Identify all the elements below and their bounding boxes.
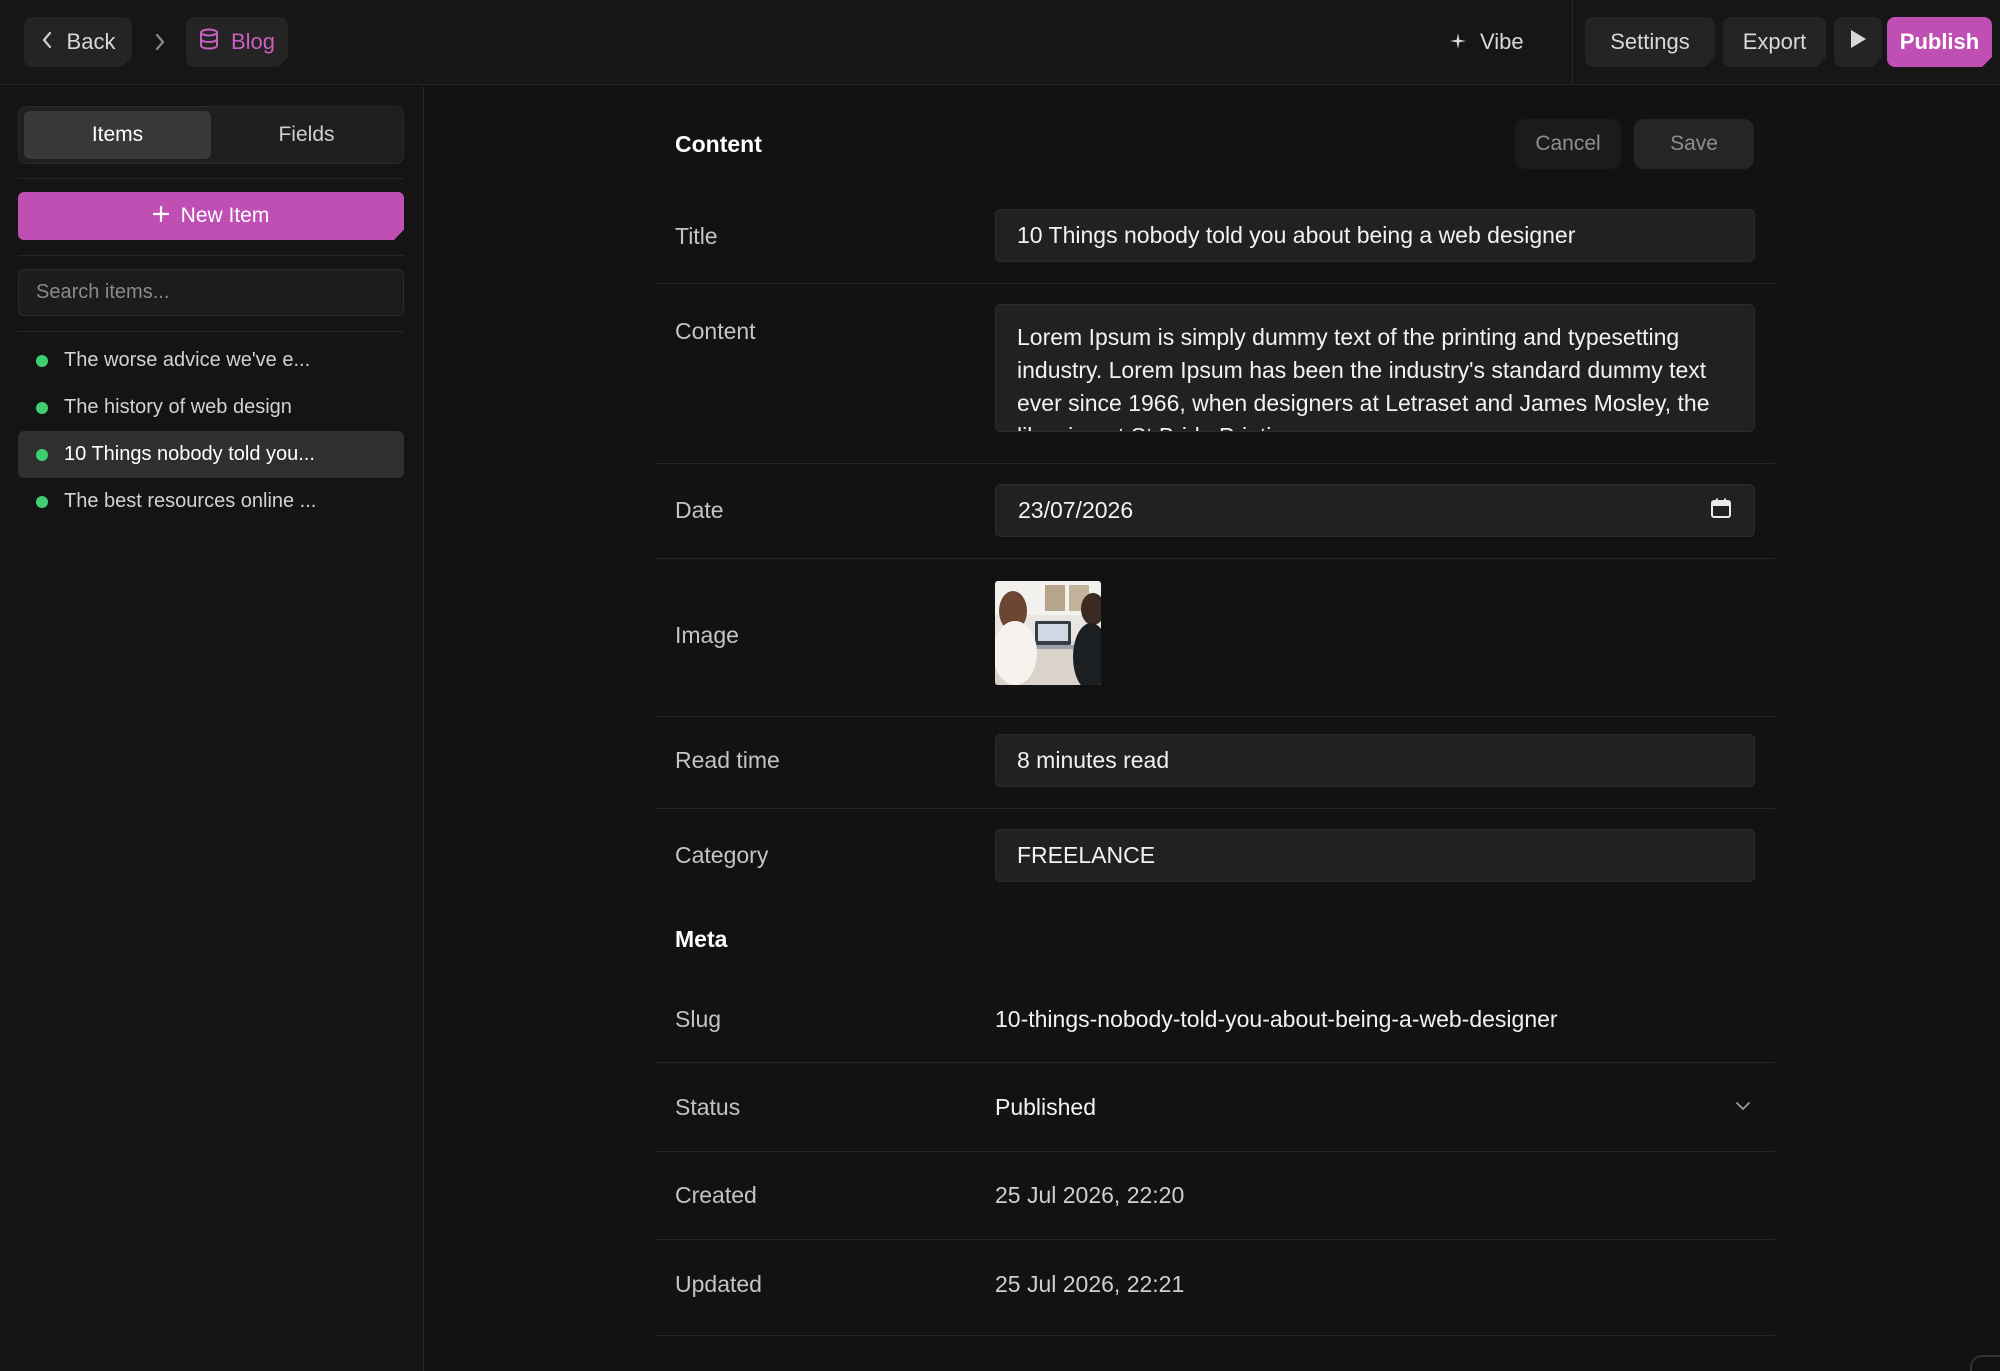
view-switcher: Items Fields — [18, 106, 404, 164]
new-item-label: New Item — [180, 204, 270, 227]
status-dot — [36, 354, 48, 367]
sidebar: Items Fields New Item The worse advice w… — [0, 86, 424, 1371]
collection-label: Blog — [230, 29, 276, 54]
divider — [655, 1151, 1775, 1152]
created-label: Created — [675, 1182, 757, 1208]
divider — [655, 1335, 1775, 1336]
read-time-label: Read time — [675, 747, 780, 773]
calendar-icon[interactable] — [1710, 497, 1732, 525]
top-bar: Back Blog Vibe Settings Export Publish — [0, 0, 2000, 85]
divider — [655, 558, 1775, 559]
cancel-button[interactable]: Cancel — [1515, 119, 1621, 169]
content-text: Lorem Ipsum is simply dummy text of the … — [1017, 324, 1710, 431]
collection-breadcrumb[interactable]: Blog — [186, 17, 288, 67]
toolbar-divider — [1572, 0, 1573, 85]
divider — [655, 1239, 1775, 1240]
item-editor: Content Cancel Save Title 10 Things nobo… — [425, 86, 2000, 1371]
publish-button[interactable]: Publish — [1887, 17, 1992, 67]
plus-icon — [153, 204, 169, 228]
item-title: The best resources online ... — [64, 490, 317, 512]
list-item[interactable]: The worse advice we've e... — [18, 337, 404, 384]
content-label: Content — [675, 318, 756, 344]
content-textarea[interactable]: Lorem Ipsum is simply dummy text of the … — [995, 304, 1755, 432]
divider — [655, 1062, 1775, 1063]
read-time-field[interactable]: 8 minutes read — [995, 734, 1755, 787]
item-title: The worse advice we've e... — [64, 349, 311, 371]
list-item[interactable]: The best resources online ... — [18, 478, 404, 525]
image-thumbnail[interactable] — [995, 581, 1101, 685]
category-field[interactable]: FREELANCE — [995, 829, 1755, 882]
list-item[interactable]: The history of web design — [18, 384, 404, 431]
chevron-left-icon — [41, 29, 53, 55]
preview-button[interactable] — [1834, 17, 1882, 67]
resize-corner — [1970, 1355, 2000, 1371]
item-list: The worse advice we've e... The history … — [18, 337, 404, 525]
meta-section-title: Meta — [675, 926, 728, 952]
date-label: Date — [675, 497, 724, 523]
status-dot — [36, 401, 48, 414]
date-field[interactable]: 23/07/2026 — [995, 484, 1755, 537]
chevron-right-icon — [150, 28, 170, 56]
status-dot — [36, 448, 48, 461]
status-dot — [36, 495, 48, 508]
title-label: Title — [675, 223, 718, 249]
chevron-down-icon[interactable] — [1735, 1098, 1751, 1116]
save-button[interactable]: Save — [1634, 119, 1754, 169]
settings-button[interactable]: Settings — [1585, 17, 1715, 67]
vibe-button[interactable]: Vibe — [1450, 22, 1524, 62]
updated-label: Updated — [675, 1271, 762, 1297]
image-label: Image — [675, 622, 739, 648]
sparkle-icon — [1450, 29, 1466, 55]
divider — [18, 331, 404, 332]
date-value: 23/07/2026 — [1018, 497, 1134, 523]
tab-fields[interactable]: Fields — [213, 111, 400, 159]
divider — [18, 255, 404, 256]
created-value: 25 Jul 2026, 22:20 — [995, 1182, 1185, 1208]
status-select[interactable]: Published — [995, 1094, 1096, 1121]
content-section-title: Content — [675, 131, 762, 157]
new-item-button[interactable]: New Item — [18, 192, 404, 240]
divider — [18, 178, 404, 179]
divider — [655, 808, 1775, 809]
updated-value: 25 Jul 2026, 22:21 — [995, 1271, 1185, 1297]
resize-handle-icon[interactable] — [1740, 417, 1752, 429]
item-title: 10 Things nobody told you... — [64, 443, 315, 465]
vibe-label: Vibe — [1480, 29, 1524, 54]
title-field[interactable]: 10 Things nobody told you about being a … — [995, 209, 1755, 262]
tab-items[interactable]: Items — [24, 111, 211, 159]
item-title: The history of web design — [64, 396, 292, 418]
search-input[interactable] — [18, 269, 404, 316]
export-button[interactable]: Export — [1723, 17, 1826, 67]
category-label: Category — [675, 842, 769, 868]
back-button[interactable]: Back — [24, 17, 132, 67]
divider — [655, 463, 1775, 464]
back-label: Back — [66, 29, 116, 54]
database-icon — [199, 28, 219, 56]
play-icon — [1848, 28, 1868, 56]
status-label: Status — [675, 1094, 741, 1120]
divider — [655, 716, 1775, 717]
divider — [655, 283, 1775, 284]
slug-label: Slug — [675, 1006, 722, 1032]
list-item[interactable]: 10 Things nobody told you... — [18, 431, 404, 478]
slug-value: 10-things-nobody-told-you-about-being-a-… — [995, 1006, 1558, 1032]
